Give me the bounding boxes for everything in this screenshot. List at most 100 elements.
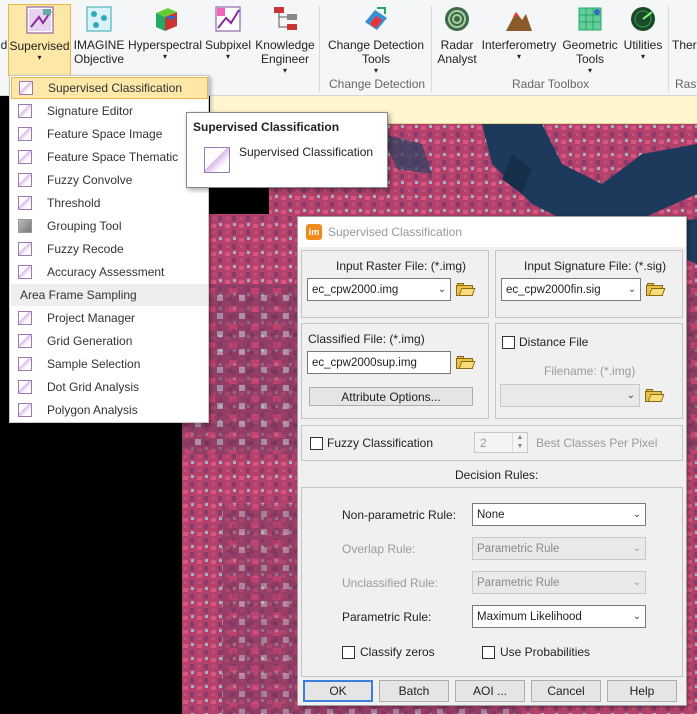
menu-item-supervised-classification[interactable]: Supervised Classification (11, 77, 208, 99)
accuracy-assessment-icon (18, 265, 32, 279)
menu-item-feature-space-image[interactable]: Feature Space Image (11, 123, 208, 145)
ribbon-button-label: Change Detection Tools (327, 38, 425, 66)
fuzzy-classification-checkbox[interactable] (310, 437, 323, 450)
classify-zeros-checkbox[interactable] (342, 646, 355, 659)
best-classes-value: 2 (480, 435, 487, 450)
ribbon-button-interferometry[interactable]: Interferometry ▾ (480, 4, 558, 76)
batch-button[interactable]: Batch (379, 680, 449, 702)
group-label-change-detection: Change Detection (329, 77, 426, 91)
input-signature-label: Input Signature File: (*.sig) (524, 259, 667, 273)
fuzzy-classification-group: Fuzzy Classification 2 ▲ ▼ Best Classes P… (301, 425, 683, 461)
ok-button[interactable]: OK (303, 680, 373, 702)
ribbon-button-imagine-objective[interactable]: IMAGINE Objective (71, 4, 127, 76)
attribute-options-button[interactable]: Attribute Options... (309, 387, 473, 406)
chevron-down-icon: ▾ (587, 66, 592, 75)
open-folder-icon[interactable] (456, 282, 476, 297)
cancel-button[interactable]: Cancel (531, 680, 601, 702)
dialog-titlebar[interactable]: im Supervised Classification (298, 217, 686, 247)
group-label-radar-toolbox: Radar Toolbox (512, 77, 590, 91)
classification-icon (19, 81, 33, 95)
open-folder-icon[interactable] (645, 388, 665, 403)
ribbon-button-change-detection-tools[interactable]: Change Detection Tools ▾ (323, 4, 429, 76)
overlap-rule-label: Overlap Rule: (342, 542, 416, 556)
menu-item-grid-generation[interactable]: Grid Generation (11, 330, 208, 352)
menu-item-label: Feature Space Image (47, 127, 163, 141)
menu-item-accuracy-assessment[interactable]: Accuracy Assessment (11, 261, 208, 283)
ribbon-button-utilities[interactable]: Utilities ▾ (620, 4, 666, 76)
menu-item-fuzzy-convolve[interactable]: Fuzzy Convolve (11, 169, 208, 191)
menu-item-polygon-analysis[interactable]: Polygon Analysis (11, 399, 208, 421)
supervised-icon (25, 5, 55, 35)
help-button[interactable]: Help (607, 680, 677, 702)
best-classes-spinner[interactable]: 2 ▲ ▼ (474, 432, 528, 453)
input-signature-value: ec_cpw2000fin.sig (506, 283, 601, 296)
ribbon-button-radar-analyst[interactable]: Radar Analyst (434, 4, 480, 76)
nonparametric-rule-value: None (477, 508, 505, 521)
input-signature-combo[interactable]: ec_cpw2000fin.sig ⌄ (501, 278, 641, 301)
parametric-rule-select[interactable]: Maximum Likelihood ⌄ (472, 605, 646, 628)
menu-item-signature-editor[interactable]: Signature Editor (11, 100, 208, 122)
chevron-down-icon: ▾ (37, 53, 42, 62)
feature-space-image-icon (18, 127, 32, 141)
menu-item-sample-selection[interactable]: Sample Selection (11, 353, 208, 375)
input-raster-group: Input Raster File: (*.img) ec_cpw2000.im… (301, 250, 489, 318)
change-detection-icon (361, 4, 391, 34)
decision-rules-label: Decision Rules: (455, 468, 539, 482)
chevron-down-icon: ⌄ (437, 284, 447, 295)
distance-file-group: Distance File Filename: (*.img) ⌄ (495, 323, 683, 419)
distance-file-label: Distance File (519, 335, 589, 349)
unclassified-rule-value: Parametric Rule (477, 576, 560, 589)
classified-file-input[interactable]: ec_cpw2000sup.img (307, 351, 451, 374)
menu-item-label: Signature Editor (47, 104, 134, 118)
fuzzy-recode-icon (18, 242, 32, 256)
menu-item-label: Supervised Classification (48, 81, 183, 95)
menu-item-feature-space-thematic[interactable]: Feature Space Thematic (11, 146, 208, 168)
distance-filename-combo[interactable]: ⌄ (500, 384, 640, 407)
ribbon-button-label: Interferometry (481, 38, 557, 52)
open-folder-icon[interactable] (456, 355, 476, 370)
classified-file-group: Classified File: (*.img) ec_cpw2000sup.i… (301, 323, 489, 419)
menu-item-label: Polygon Analysis (47, 403, 138, 417)
nonparametric-rule-label: Non-parametric Rule: (342, 508, 457, 522)
spinner-arrows-icon[interactable]: ▲ ▼ (512, 433, 527, 452)
menu-item-fuzzy-recode[interactable]: Fuzzy Recode (11, 238, 208, 260)
input-raster-combo[interactable]: ec_cpw2000.img ⌄ (307, 278, 451, 301)
parametric-rule-value: Maximum Likelihood (477, 610, 582, 623)
ribbon-button-supervised[interactable]: Supervised ▾ (8, 4, 71, 76)
open-folder-icon[interactable] (646, 282, 666, 297)
group-separator (319, 6, 320, 92)
menu-item-label: Threshold (47, 196, 101, 210)
nonparametric-rule-select[interactable]: None ⌄ (472, 503, 646, 526)
ribbon-button-label: Geometric Tools (562, 38, 618, 66)
unclassified-rule-select[interactable]: Parametric Rule ⌄ (472, 571, 646, 594)
overlap-rule-select[interactable]: Parametric Rule ⌄ (472, 537, 646, 560)
ribbon-button-partial-right[interactable]: Ther (672, 4, 697, 76)
ribbon-button-knowledge-engineer[interactable]: Knowledge Engineer ▾ (253, 4, 317, 76)
hyperspectral-cube-icon (150, 4, 180, 34)
classify-zeros-label: Classify zeros (360, 645, 435, 659)
menu-item-label: Fuzzy Recode (47, 242, 124, 256)
ribbon-button-partial[interactable]: d (0, 4, 8, 76)
ribbon-button-label: IMAGINE Objective (73, 38, 125, 66)
menu-item-label: Grid Generation (47, 334, 133, 348)
use-probabilities-checkbox[interactable] (482, 646, 495, 659)
ribbon-button-subpixel[interactable]: Subpixel ▾ (203, 4, 253, 76)
menu-item-label: Project Manager (47, 311, 136, 325)
menu-item-grouping-tool[interactable]: Grouping Tool (11, 215, 208, 237)
ribbon-button-label: Subpixel (204, 38, 252, 52)
fuzzy-convolve-icon (18, 173, 32, 187)
chevron-down-icon: ⌄ (632, 611, 642, 622)
supervised-classification-dialog: im Supervised Classification Input Raste… (297, 216, 687, 706)
menu-item-project-manager[interactable]: Project Manager (11, 307, 208, 329)
ribbon-button-geometric-tools[interactable]: Geometric Tools ▾ (560, 4, 620, 76)
grid-generation-icon (18, 334, 32, 348)
distance-file-checkbox[interactable] (502, 336, 515, 349)
menu-item-dot-grid-analysis[interactable]: Dot Grid Analysis (11, 376, 208, 398)
aoi-button[interactable]: AOI ... (455, 680, 525, 702)
menu-item-threshold[interactable]: Threshold (11, 192, 208, 214)
chevron-down-icon: ⌄ (632, 577, 642, 588)
input-raster-label: Input Raster File: (*.img) (336, 259, 467, 273)
ribbon-button-hyperspectral[interactable]: Hyperspectral ▾ (127, 4, 203, 76)
chevron-down-icon: ▾ (162, 52, 167, 61)
knowledge-engineer-icon (270, 4, 300, 34)
